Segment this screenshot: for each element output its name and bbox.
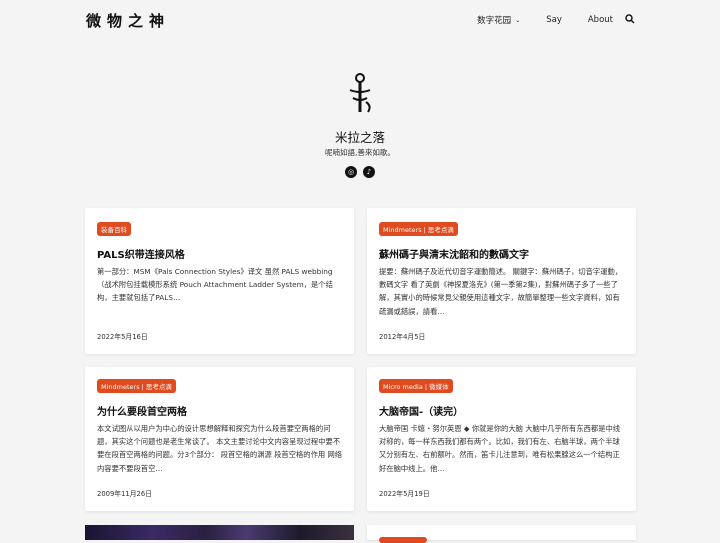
post-excerpt: 本文试图从以用户为中心的设计思想解释和探究为什么段首要空两格的问题，其实这个问题… [97,424,343,473]
post-card[interactable] [367,525,636,543]
nav-item-label: About [587,15,613,25]
nav-item-label: Say [546,15,562,25]
post-date: 2009年11月26日 [97,490,152,498]
post-card[interactable]: 装备百科 PALS织带连接风格 第一部分：MSM《Pals Connection… [85,208,354,354]
post-title[interactable]: 大脑帝国-（读完） [379,403,463,418]
post-date: 2012年4月5日 [379,333,426,341]
post-card[interactable]: Mindmeters | 思考点滴 蘇州碼子與清末沈韶和的數碼文字 提要：蘇州碼… [367,208,636,354]
category-tag[interactable]: Micro media | 微媒体 [379,379,453,393]
post-date: 2022年5月16日 [97,333,148,341]
main-nav: 数字花园 ⌄ Say About [451,14,613,26]
post-cover-image[interactable] [85,525,354,540]
category-tag[interactable]: Mindmeters | 思考点滴 [97,379,176,393]
profile-subtitle: 呢喃如語,善來如歌。 [325,148,395,157]
site-header: 微物之神 数字花园 ⌄ Say About [0,0,720,40]
post-card[interactable]: Micro media | 微媒体 大脑帝国-（读完） 大脑帝国 卡嬉・努尔英恩… [367,367,636,511]
category-tag[interactable] [379,537,427,543]
post-excerpt: 大脑帝国 卡嬉・努尔英恩 ◆ 你就是你的大脑 大脑中几乎所有东西都是中线对称的，… [379,424,621,473]
nav-item-label: 数字花园 [477,16,512,26]
profile-name: 米拉之落 [334,130,385,145]
chevron-down-icon: ⌄ [515,16,521,24]
post-title[interactable]: 蘇州碼子與清末沈韶和的數碼文字 [379,246,529,261]
post-title[interactable]: 为什么要段首空两格 [97,403,187,418]
site-logo [349,73,371,113]
search-icon[interactable] [625,14,635,24]
post-date: 2022年5月19日 [379,490,430,498]
category-tag[interactable]: 装备百科 [97,222,131,236]
post-card[interactable]: Mindmeters | 思考点滴 为什么要段首空两格 本文试图从以用户为中心的… [85,367,354,511]
post-excerpt: 第一部分：MSM《Pals Connection Styles》译文 虽然 PA… [97,267,333,303]
site-title[interactable]: 微物之神 [86,10,170,31]
post-excerpt: 提要：蘇州碼子及近代切音字運動簡述。 關鍵字：蘇州碼子，切音字運動，數碼文字 看… [379,267,623,316]
nav-item-digital-garden[interactable]: 数字花园 ⌄ [477,14,520,26]
tiktok-icon[interactable]: ♪ [363,166,375,178]
nav-item-say[interactable]: Say [546,14,562,26]
instagram-icon[interactable]: ◎ [345,166,357,178]
post-title[interactable]: PALS织带连接风格 [97,246,185,261]
nav-item-about[interactable]: About [588,14,613,26]
category-tag[interactable]: Mindmeters | 思考点滴 [379,222,458,236]
